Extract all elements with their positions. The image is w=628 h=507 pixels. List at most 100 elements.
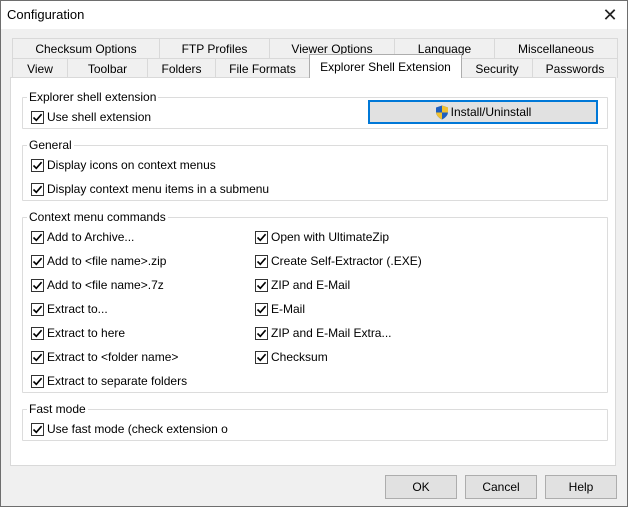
use-shell-extension-checkbox[interactable]: Use shell extension xyxy=(31,109,151,125)
checkbox-box xyxy=(31,158,44,172)
checkbox-label: Use shell extension xyxy=(47,110,152,124)
extract-to-here-checkbox[interactable]: Extract to here xyxy=(31,325,125,341)
uac-shield-icon xyxy=(435,105,448,119)
tab-label: Checksum Options xyxy=(35,41,137,56)
add-to-archive-checkbox[interactable]: Add to Archive... xyxy=(31,229,134,245)
fast-mode-group: Fast mode Use fast mode (check extension… xyxy=(22,402,608,441)
checkbox-box xyxy=(31,182,44,196)
checkbox-label: Checksum xyxy=(271,350,328,364)
tab-toolbar[interactable]: Toolbar xyxy=(67,58,148,78)
tab-page: Explorer shell extension Use shell exten… xyxy=(10,77,616,466)
check-icon xyxy=(32,329,43,337)
tab-label: Explorer Shell Extension xyxy=(320,59,451,74)
button-label: Cancel xyxy=(482,480,520,494)
check-icon xyxy=(32,425,43,433)
checksum-checkbox[interactable]: Checksum xyxy=(255,349,328,365)
check-icon xyxy=(32,161,43,169)
help-button[interactable]: Help xyxy=(545,475,617,499)
check-icon xyxy=(32,233,43,241)
use-fast-mode-checkbox[interactable]: Use fast mode (check extension only xyxy=(31,421,228,437)
tab-ftp-profiles[interactable]: FTP Profiles xyxy=(159,38,270,58)
checkbox-label: Extract to <folder name> xyxy=(47,350,179,364)
checkbox-label: Add to <file name>.7z xyxy=(47,278,164,292)
checkbox-label: E-Mail xyxy=(271,302,306,316)
tab-label: Toolbar xyxy=(87,61,128,76)
tab-label: View xyxy=(27,61,53,76)
checkbox-box xyxy=(255,278,268,292)
cancel-button[interactable]: Cancel xyxy=(465,475,537,499)
checkbox-label: Display context menu items in a submenu xyxy=(47,182,270,196)
checkbox-box xyxy=(31,374,44,388)
checkbox-box xyxy=(31,230,44,244)
email-checkbox[interactable]: E-Mail xyxy=(255,301,305,317)
checkbox-box xyxy=(255,326,268,340)
tab-checksum-options[interactable]: Checksum Options xyxy=(12,38,160,58)
group-title: General xyxy=(27,138,74,152)
extract-to-separate-folders-checkbox[interactable]: Extract to separate folders xyxy=(31,373,187,389)
check-icon xyxy=(32,113,43,121)
checkbox-box xyxy=(31,302,44,316)
tab-label: Folders xyxy=(161,61,202,76)
check-icon xyxy=(32,257,43,265)
tab-explorer-shell-extension[interactable]: Explorer Shell Extension xyxy=(309,54,462,78)
window-title: Configuration xyxy=(7,7,85,22)
display-icons-checkbox[interactable]: Display icons on context menus xyxy=(31,157,216,173)
checkbox-label: Add to Archive... xyxy=(47,230,135,244)
check-icon xyxy=(256,281,267,289)
install-button-label: Install/Uninstall xyxy=(450,105,532,119)
checkbox-box xyxy=(31,350,44,364)
tab-view[interactable]: View xyxy=(12,58,68,78)
check-icon xyxy=(256,305,267,313)
checkbox-label: Use fast mode (check extension only xyxy=(47,422,228,436)
tab-folders[interactable]: Folders xyxy=(147,58,216,78)
tab-passwords[interactable]: Passwords xyxy=(532,58,618,78)
context-menu-commands-group: Context menu commands Add to Archive... … xyxy=(22,210,608,393)
configuration-dialog: Configuration ✕ Checksum Options FTP Pro… xyxy=(0,0,628,507)
tab-label: Miscellaneous xyxy=(517,41,595,56)
checkbox-box xyxy=(31,110,44,124)
tab-label: File Formats xyxy=(229,61,296,76)
checkbox-box xyxy=(255,230,268,244)
group-title: Context menu commands xyxy=(27,210,168,224)
install-uninstall-button[interactable]: Install/Uninstall xyxy=(368,100,598,124)
checkbox-box xyxy=(255,302,268,316)
group-title: Fast mode xyxy=(27,402,88,416)
close-icon[interactable]: ✕ xyxy=(593,1,627,29)
display-submenu-checkbox[interactable]: Display context menu items in a submenu xyxy=(31,181,269,197)
tab-miscellaneous[interactable]: Miscellaneous xyxy=(494,38,618,58)
checkbox-box xyxy=(31,326,44,340)
checkbox-label: Extract to separate folders xyxy=(47,374,188,388)
create-self-extractor-checkbox[interactable]: Create Self-Extractor (.EXE) xyxy=(255,253,422,269)
tab-file-formats[interactable]: File Formats xyxy=(215,58,310,78)
checkbox-label: Open with UltimateZip xyxy=(271,230,390,244)
open-with-ultimatezip-checkbox[interactable]: Open with UltimateZip xyxy=(255,229,389,245)
button-label: OK xyxy=(412,480,430,494)
check-icon xyxy=(256,353,267,361)
checkbox-label: Add to <file name>.zip xyxy=(47,254,167,268)
checkbox-box xyxy=(255,254,268,268)
checkbox-label: Extract to... xyxy=(47,302,108,316)
check-icon xyxy=(32,305,43,313)
tab-security[interactable]: Security xyxy=(461,58,533,78)
extract-to-checkbox[interactable]: Extract to... xyxy=(31,301,108,317)
zip-and-email-checkbox[interactable]: ZIP and E-Mail xyxy=(255,277,350,293)
checkbox-box xyxy=(31,254,44,268)
extract-to-folder-name-checkbox[interactable]: Extract to <folder name> xyxy=(31,349,178,365)
check-icon xyxy=(32,281,43,289)
zip-and-email-extra-checkbox[interactable]: ZIP and E-Mail Extra... xyxy=(255,325,392,341)
button-label: Help xyxy=(568,480,594,494)
checkbox-label: Extract to here xyxy=(47,326,126,340)
add-to-7z-checkbox[interactable]: Add to <file name>.7z xyxy=(31,277,164,293)
tab-label: FTP Profiles xyxy=(181,41,248,56)
ok-button[interactable]: OK xyxy=(385,475,457,499)
add-to-zip-checkbox[interactable]: Add to <file name>.zip xyxy=(31,253,166,269)
checkbox-label: Display icons on context menus xyxy=(47,158,216,172)
checkbox-label: ZIP and E-Mail Extra... xyxy=(271,326,392,340)
checkbox-label: ZIP and E-Mail xyxy=(271,278,351,292)
checkbox-box xyxy=(31,422,44,436)
group-title: Explorer shell extension xyxy=(27,90,159,104)
general-group: General Display icons on context menus D… xyxy=(22,138,608,201)
checkbox-label: Create Self-Extractor (.EXE) xyxy=(271,254,422,268)
check-icon xyxy=(256,233,267,241)
tab-label: Passwords xyxy=(545,61,605,76)
